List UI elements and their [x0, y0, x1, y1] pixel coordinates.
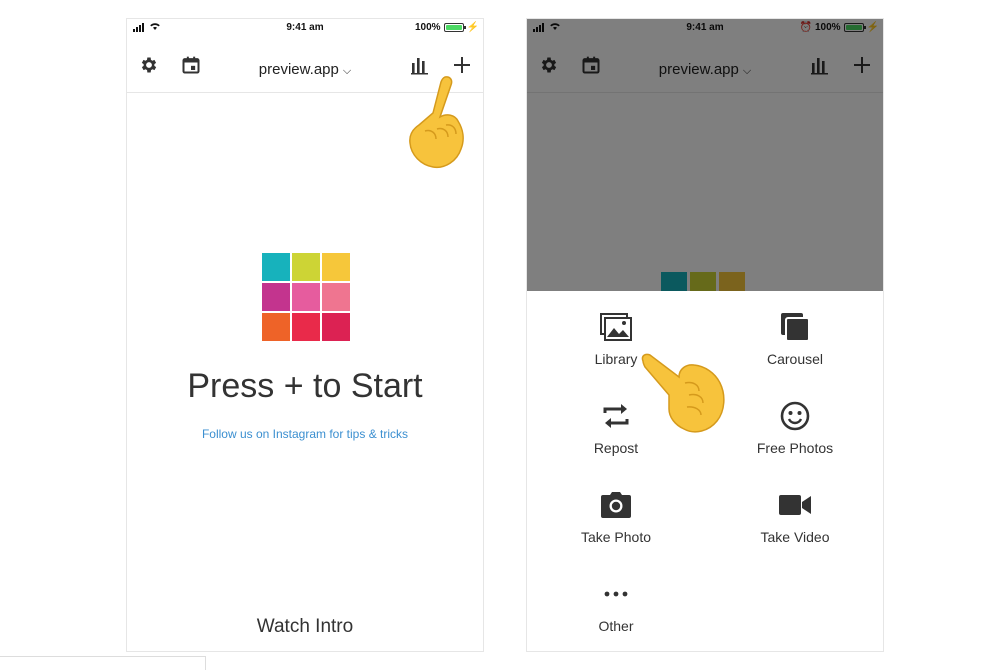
account-name: preview.app: [258, 61, 339, 78]
instagram-tips-link[interactable]: Follow us on Instagram for tips & tricks: [127, 427, 483, 441]
dim-overlay[interactable]: [527, 19, 883, 291]
more-dots-icon: [541, 578, 691, 610]
carousel-option[interactable]: Carousel: [720, 311, 870, 367]
battery-icon: [443, 23, 466, 32]
logo-tile: [322, 253, 350, 281]
photo-library-icon: [541, 311, 691, 343]
take-video-option[interactable]: Take Video: [720, 489, 870, 545]
other-label: Other: [598, 618, 634, 634]
start-headline: Press + to Start: [187, 367, 423, 405]
logo-tile: [292, 313, 320, 341]
pointing-hand-icon: [641, 353, 725, 433]
take-photo-option[interactable]: Take Photo: [541, 489, 691, 545]
chevron-down-icon: ⌵: [342, 65, 352, 77]
phone-start-screen: 9:41 am 100% ⚡ preview.app ⌵ Press + to …: [126, 18, 484, 652]
watch-intro-button[interactable]: Watch Intro: [127, 616, 483, 638]
phone-add-menu-screen: 9:41 am ⏰ 100% ⚡ preview.app⌵: [526, 18, 884, 652]
camera-icon: [541, 489, 691, 521]
bottom-edge-bar: [0, 656, 206, 670]
other-option[interactable]: Other: [541, 578, 691, 634]
logo-tile: [262, 253, 290, 281]
repost-label: Repost: [593, 440, 639, 456]
battery-percent: 100%: [414, 22, 441, 33]
carousel-stack-icon: [720, 311, 870, 343]
status-bar: 9:41 am 100% ⚡: [127, 19, 483, 37]
free-photos-label: Free Photos: [756, 440, 834, 456]
add-content-sheet: Library Carousel Repost Free Photos Take…: [527, 291, 883, 651]
carousel-label: Carousel: [766, 351, 824, 367]
video-camera-icon: [720, 489, 870, 521]
take-photo-label: Take Photo: [580, 529, 652, 545]
logo-tile: [292, 253, 320, 281]
logo-tile: [262, 283, 290, 311]
smiley-face-icon: [720, 400, 870, 432]
logo-tile: [262, 313, 290, 341]
logo-tile: [292, 283, 320, 311]
screenshot-canvas: 9:41 am 100% ⚡ preview.app ⌵ Press + to …: [0, 0, 1000, 670]
pointing-hand-icon: [409, 76, 464, 169]
charging-bolt-icon: ⚡: [466, 22, 479, 33]
take-video-label: Take Video: [760, 529, 830, 545]
app-logo-grid: [262, 253, 350, 341]
free-photos-option[interactable]: Free Photos: [720, 400, 870, 456]
logo-tile: [322, 283, 350, 311]
logo-tile: [322, 313, 350, 341]
